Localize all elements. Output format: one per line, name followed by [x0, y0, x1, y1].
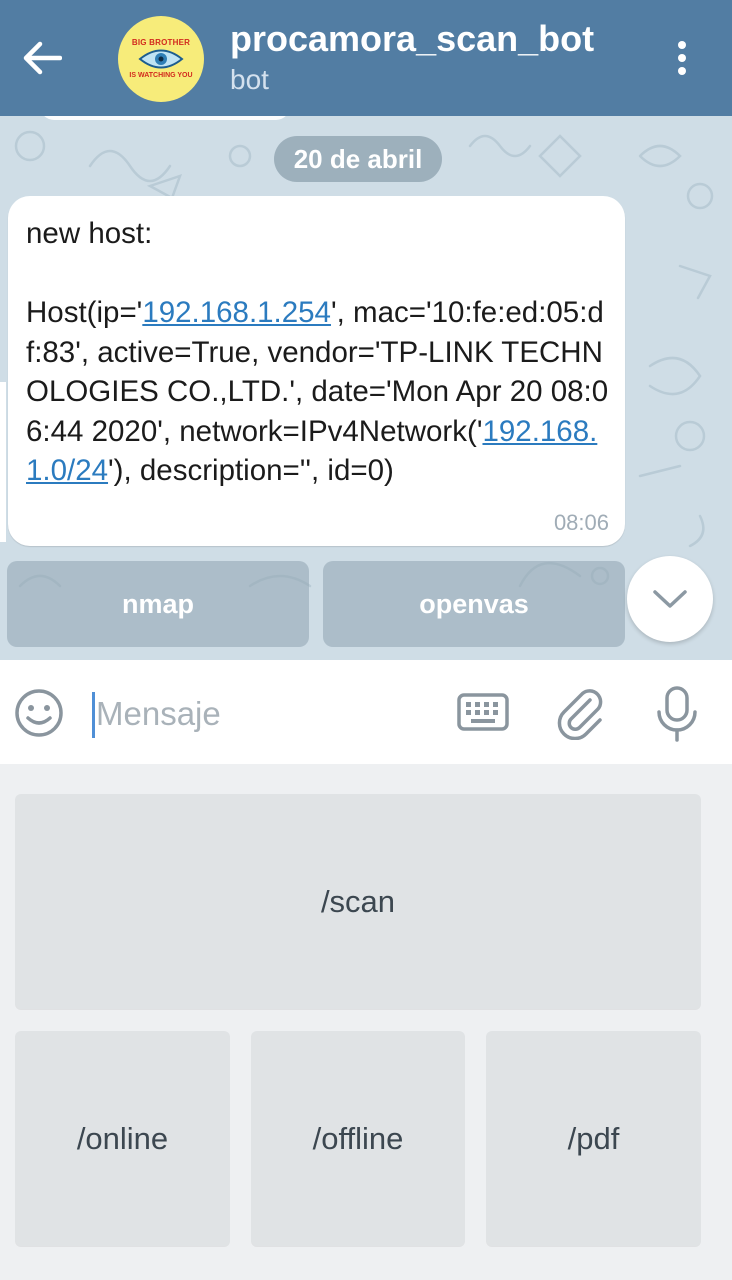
chat-header: BIG BROTHER IS WATCHING YOU procamora_sc…	[0, 0, 732, 116]
scroll-down-button[interactable]	[627, 556, 713, 642]
voice-message-button[interactable]	[652, 684, 702, 744]
message-bubble[interactable]: new host: Host(ip='192.168.1.254', mac='…	[0, 196, 625, 546]
ip-link[interactable]: 192.168.1.254	[142, 296, 331, 329]
inline-button-openvas[interactable]: openvas	[323, 561, 625, 647]
emoji-button[interactable]	[14, 688, 64, 738]
bubble-tail	[0, 382, 6, 542]
message-host-prefix: Host(ip='	[26, 296, 143, 329]
keyboard-button-online[interactable]: /online	[15, 1031, 230, 1246]
more-options-button[interactable]	[660, 34, 704, 82]
avatar-logo-text-top: BIG BROTHER	[131, 38, 191, 47]
bot-keyboard-button[interactable]	[456, 690, 510, 736]
attach-button[interactable]	[556, 686, 606, 741]
chat-area[interactable]: 20 de abril new host: Host(ip='192.168.1…	[0, 116, 732, 660]
chat-title[interactable]: procamora_scan_bot	[230, 18, 594, 60]
eye-icon	[138, 49, 184, 69]
chevron-down-icon	[653, 590, 687, 608]
smiley-icon	[15, 689, 63, 737]
more-vertical-icon	[678, 41, 686, 75]
inline-button-nmap[interactable]: nmap	[7, 561, 309, 647]
keyboard-button-pdf[interactable]: /pdf	[486, 1031, 701, 1246]
text-cursor	[92, 692, 95, 738]
message-text: new host: Host(ip='192.168.1.254', mac='…	[26, 214, 616, 491]
message-input[interactable]	[96, 686, 426, 742]
message-input-bar	[0, 660, 732, 764]
previous-message-bubble	[40, 116, 290, 120]
back-button[interactable]	[16, 34, 68, 82]
avatar[interactable]: BIG BROTHER IS WATCHING YOU	[118, 16, 204, 102]
message-time: 08:06	[553, 510, 609, 535]
date-separator: 20 de abril	[274, 136, 442, 182]
keyboard-icon	[457, 693, 509, 731]
keyboard-button-scan[interactable]: /scan	[15, 794, 701, 1009]
chat-subtitle: bot	[230, 64, 269, 95]
paperclip-icon	[557, 689, 603, 741]
avatar-logo-text-bottom: IS WATCHING YOU	[129, 72, 193, 79]
arrow-left-icon	[23, 41, 62, 75]
message-line-title: new host:	[26, 217, 153, 250]
bot-reply-keyboard: /scan /online /offline /pdf	[0, 764, 732, 1280]
keyboard-button-offline[interactable]: /offline	[251, 1031, 465, 1246]
microphone-icon	[657, 686, 697, 742]
message-host-suffix: '), description='', id=0)	[108, 454, 394, 487]
